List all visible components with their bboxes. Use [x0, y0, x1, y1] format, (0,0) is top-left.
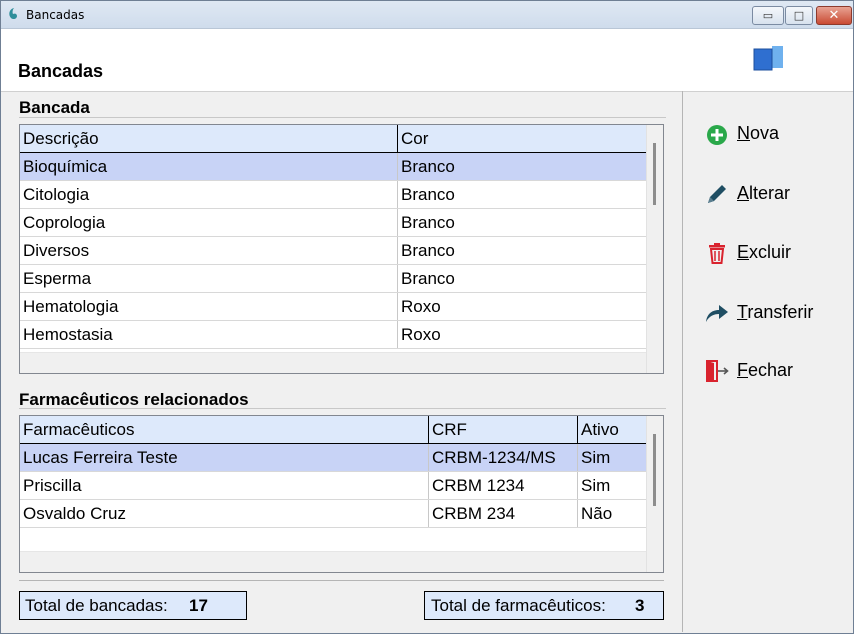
- cell-cor: Branco: [397, 180, 647, 209]
- column-header-farmaceuticos[interactable]: Farmacêuticos: [20, 416, 429, 444]
- cell-farmaceutico: Priscilla: [20, 471, 429, 500]
- farmaceuticos-section-title: Farmacêuticos relacionados: [19, 390, 249, 409]
- table-row[interactable]: Diversos Branco: [20, 236, 647, 265]
- cell-descricao: Coprologia: [20, 208, 398, 237]
- exit-door-icon: [706, 360, 729, 382]
- cell-farmaceutico: Osvaldo Cruz: [20, 499, 429, 528]
- actions-panel-divider: [682, 91, 683, 632]
- total-bancadas-box: Total de bancadas: 17: [19, 591, 247, 620]
- total-farmaceuticos-value: 3: [635, 596, 645, 615]
- bancada-vertical-scrollbar[interactable]: [646, 125, 663, 373]
- trash-icon: [709, 243, 725, 264]
- window-title: Bancadas: [26, 8, 85, 22]
- alterar-label: Alterar: [737, 183, 791, 203]
- cell-descricao: Hemostasia: [20, 320, 398, 349]
- bancada-table: Descrição Cor Bioquímica Branco Citologia…: [20, 125, 647, 349]
- cell-crf: CRBM 234: [428, 499, 578, 528]
- split-panel-icon: [753, 46, 783, 71]
- table-row[interactable]: Priscilla CRBM 1234 Sim: [20, 471, 647, 500]
- total-bancadas-label: Total de bancadas:: [25, 596, 168, 615]
- cell-cor: Roxo: [397, 292, 647, 321]
- farmaceuticos-vertical-scrollbar[interactable]: [646, 416, 663, 572]
- farmaceuticos-grid[interactable]: Farmacêuticos CRF Ativo Lucas Ferreira T…: [19, 415, 664, 573]
- nova-label: Nova: [737, 123, 780, 143]
- bancada-section-title: Bancada: [19, 98, 90, 117]
- cell-crf: CRBM 1234: [428, 471, 578, 500]
- nova-button[interactable]: Nova: [705, 121, 845, 147]
- pencil-icon: [708, 185, 726, 203]
- cell-descricao: Hematologia: [20, 292, 398, 321]
- excluir-button[interactable]: Excluir: [705, 240, 845, 266]
- farmaceuticos-table: Farmacêuticos CRF Ativo Lucas Ferreira T…: [20, 416, 647, 528]
- cell-descricao: Esperma: [20, 264, 398, 293]
- cell-ativo: Não: [577, 499, 647, 528]
- maximize-button[interactable]: □: [785, 6, 813, 25]
- farmaceuticos-horizontal-scrollbar[interactable]: [20, 551, 646, 572]
- table-row[interactable]: Citologia Branco: [20, 180, 647, 209]
- fechar-button[interactable]: Fechar: [705, 358, 845, 384]
- table-row[interactable]: Bioquímica Branco: [20, 152, 647, 181]
- cell-farmaceutico: Lucas Ferreira Teste: [20, 443, 429, 472]
- cell-cor: Branco: [397, 152, 647, 181]
- app-logo-icon: [9, 8, 17, 20]
- cell-cor: Branco: [397, 264, 647, 293]
- page-title: Bancadas: [18, 61, 104, 81]
- total-bancadas-value: 17: [189, 596, 208, 615]
- title-bar: Bancadas ▭ □ ✕: [1, 1, 853, 29]
- cell-crf: CRBM-1234/MS: [428, 443, 578, 472]
- transferir-button[interactable]: Transferir: [705, 300, 845, 326]
- table-row[interactable]: Osvaldo Cruz CRBM 234 Não: [20, 499, 647, 528]
- cell-ativo: Sim: [577, 471, 647, 500]
- close-icon: ✕: [828, 8, 840, 23]
- bancada-grid[interactable]: Descrição Cor Bioquímica Branco Citologia…: [19, 124, 664, 374]
- bancada-section-divider: [19, 117, 666, 118]
- table-row[interactable]: Esperma Branco: [20, 264, 647, 293]
- column-header-cor[interactable]: Cor: [397, 125, 647, 153]
- bancada-scroll-thumb[interactable]: [653, 143, 656, 205]
- cell-descricao: Bioquímica: [20, 152, 398, 181]
- minimize-button[interactable]: ▭: [752, 6, 784, 25]
- cell-descricao: Diversos: [20, 236, 398, 265]
- table-row[interactable]: Coprologia Branco: [20, 208, 647, 237]
- alterar-button[interactable]: Alterar: [705, 181, 845, 207]
- minimize-icon: ▭: [762, 9, 774, 22]
- cell-cor: Branco: [397, 208, 647, 237]
- page-header: Bancadas: [1, 29, 853, 92]
- fechar-label: Fechar: [737, 360, 794, 380]
- share-arrow-icon: [706, 305, 728, 322]
- bancada-horizontal-scrollbar[interactable]: [20, 352, 646, 373]
- table-row[interactable]: Hematologia Roxo: [20, 292, 647, 321]
- plus-circle-icon: [707, 125, 727, 145]
- farmaceuticos-section-divider: [19, 408, 666, 409]
- close-button[interactable]: ✕: [816, 6, 852, 25]
- farmaceuticos-scroll-thumb[interactable]: [653, 434, 656, 506]
- table-row[interactable]: Hemostasia Roxo: [20, 320, 647, 349]
- total-farmaceuticos-box: Total de farmacêuticos: 3: [424, 591, 664, 620]
- cell-cor: Roxo: [397, 320, 647, 349]
- excluir-label: Excluir: [737, 242, 792, 262]
- cell-descricao: Citologia: [20, 180, 398, 209]
- app-window: Bancadas ▭ □ ✕ Bancadas Bancada Descriçã…: [0, 0, 854, 634]
- cell-cor: Branco: [397, 236, 647, 265]
- total-farmaceuticos-label: Total de farmacêuticos:: [431, 596, 606, 615]
- maximize-icon: □: [793, 9, 805, 22]
- table-row[interactable]: Lucas Ferreira Teste CRBM-1234/MS Sim: [20, 443, 647, 472]
- column-header-ativo[interactable]: Ativo: [577, 416, 647, 444]
- transferir-label: Transferir: [737, 302, 814, 322]
- footer-divider: [19, 580, 664, 581]
- column-header-crf[interactable]: CRF: [428, 416, 578, 444]
- column-header-descricao[interactable]: Descrição: [20, 125, 398, 153]
- cell-ativo: Sim: [577, 443, 647, 472]
